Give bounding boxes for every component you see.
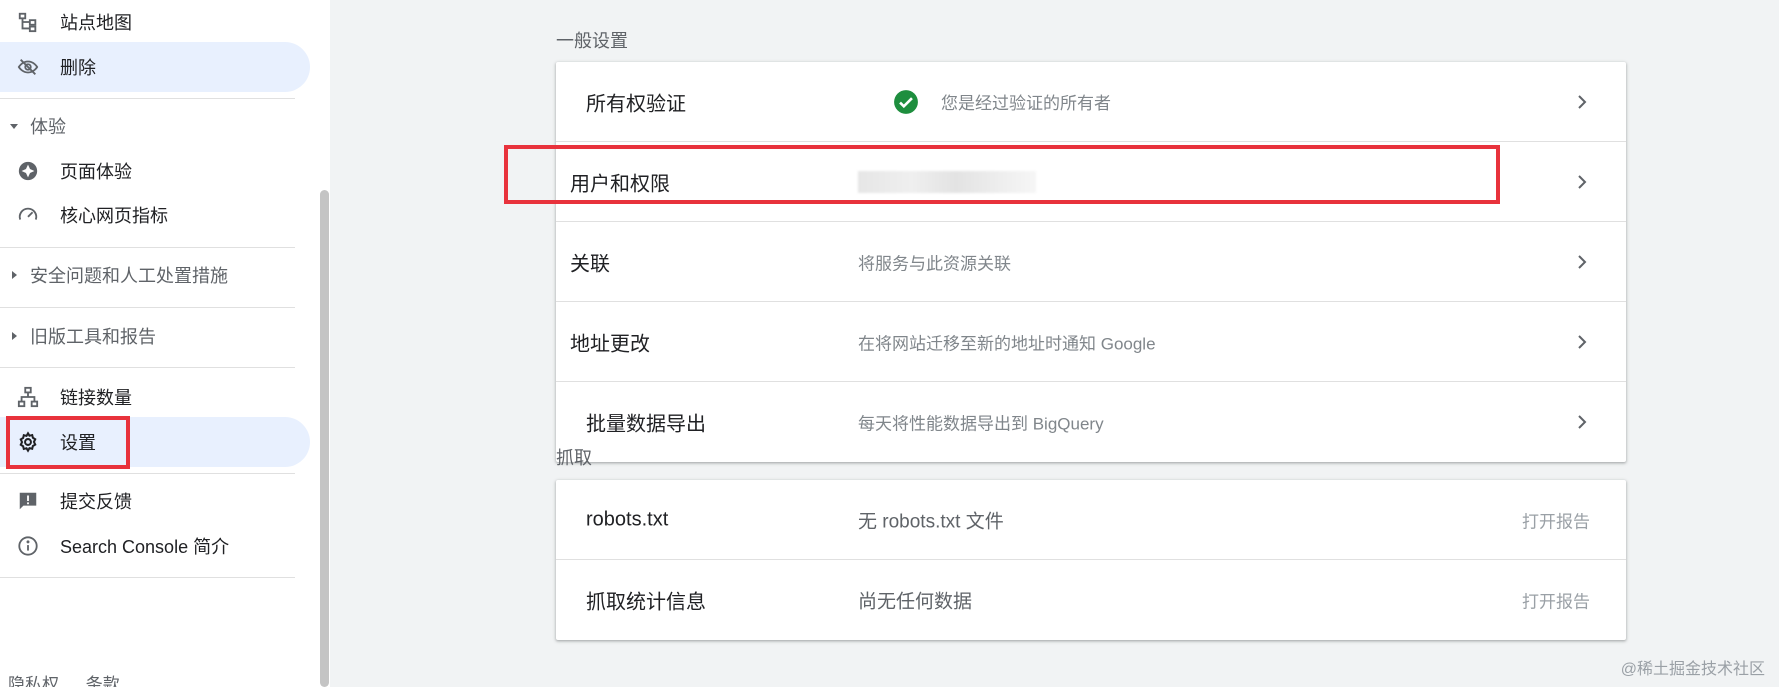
sidebar-item-label: Search Console 简介 [60, 537, 230, 557]
crawl-section-title: 抓取 [556, 448, 592, 468]
bulk-data-export-row[interactable]: 批量数据导出 每天将性能数据导出到 BigQuery [556, 382, 1626, 462]
section-label: 体验 [30, 117, 66, 137]
crawl-card: robots.txt 无 robots.txt 文件 打开报告 抓取统计信息 尚… [556, 480, 1626, 640]
sidebar-divider [0, 247, 295, 248]
sidebar-section-security[interactable]: 安全问题和人工处置措施 [0, 253, 310, 297]
general-settings-title: 一般设置 [556, 31, 628, 51]
sidebar-divider [0, 473, 295, 474]
open-report-link[interactable]: 打开报告 [1522, 588, 1590, 613]
change-of-address-row[interactable]: 地址更改 在将网站迁移至新的地址时通知 Google [556, 302, 1626, 382]
caret-down-icon [8, 120, 20, 132]
sidebar-item-label: 核心网页指标 [60, 206, 168, 226]
ownership-row[interactable]: 所有权验证 您是经过验证的所有者 [556, 62, 1626, 142]
chevron-right-icon [1578, 415, 1587, 429]
row-value: 在将网站迁移至新的地址时通知 Google [858, 334, 1156, 353]
row-label: 抓取统计信息 [586, 591, 706, 614]
sidebar-item-page-experience[interactable]: 页面体验 [0, 146, 310, 196]
row-label: 关联 [570, 253, 610, 275]
info-icon [16, 534, 40, 558]
ownership-status-text: 您是经过验证的所有者 [941, 94, 1111, 113]
sidebar-section-legacy[interactable]: 旧版工具和报告 [0, 314, 310, 358]
terms-link[interactable]: 条款 [86, 675, 120, 687]
sidebar: 站点地图 删除 体验 页面体验 核心网页指标 安全问题和人工处置措施 旧版工具和… [0, 0, 330, 687]
row-value: 您是经过验证的所有者 [893, 89, 1111, 115]
row-label: 所有权验证 [586, 93, 686, 115]
row-value: 将服务与此资源关联 [858, 254, 1011, 273]
users-permissions-row[interactable]: 用户和权限 [556, 142, 1626, 222]
sidebar-item-feedback[interactable]: 提交反馈 [0, 476, 310, 526]
settings-main: 一般设置 所有权验证 您是经过验证的所有者 用户和权限 关联 将服务与此资源关联… [330, 0, 1779, 687]
sidebar-item-removals[interactable]: 删除 [0, 42, 310, 92]
feedback-icon [16, 489, 40, 513]
sidebar-item-core-web-vitals[interactable]: 核心网页指标 [0, 190, 310, 240]
row-value: 尚无任何数据 [858, 591, 973, 613]
row-label: robots.txt [586, 508, 669, 530]
sidebar-item-links[interactable]: 链接数量 [0, 372, 310, 422]
row-label: 地址更改 [570, 333, 650, 355]
sidebar-item-about[interactable]: Search Console 简介 [0, 521, 310, 571]
row-label: 批量数据导出 [586, 413, 706, 436]
sidebar-section-experience[interactable]: 体验 [0, 104, 310, 148]
general-settings-card: 所有权验证 您是经过验证的所有者 用户和权限 关联 将服务与此资源关联 地址更改… [556, 62, 1626, 462]
open-report-link[interactable]: 打开报告 [1522, 507, 1590, 532]
section-label: 安全问题和人工处置措施 [30, 266, 228, 286]
chevron-right-icon [1578, 334, 1587, 349]
row-value: 每天将性能数据导出到 BigQuery [858, 414, 1104, 434]
app-root: 站点地图 删除 体验 页面体验 核心网页指标 安全问题和人工处置措施 旧版工具和… [0, 0, 1779, 687]
check-circle-icon [893, 89, 919, 115]
sidebar-scrollbar[interactable] [320, 190, 329, 687]
privacy-link[interactable]: 隐私权 [8, 675, 59, 687]
caret-right-icon [8, 330, 20, 342]
row-label: 用户和权限 [570, 173, 670, 195]
watermark-text: @稀土掘金技术社区 [1620, 661, 1765, 678]
section-label: 旧版工具和报告 [30, 327, 156, 347]
sidebar-footer: 隐私权 条款 [8, 670, 142, 687]
sidebar-divider [0, 577, 295, 578]
chevron-right-icon [1578, 174, 1587, 189]
links-icon [16, 385, 40, 409]
sidebar-item-label: 页面体验 [60, 162, 132, 182]
sidebar-item-label: 提交反馈 [60, 492, 132, 512]
sidebar-divider [0, 367, 295, 368]
sidebar-divider [0, 98, 295, 99]
chevron-right-icon [1578, 254, 1587, 269]
chevron-right-icon [1578, 94, 1587, 109]
redacted-value [858, 170, 1036, 193]
row-value-redacted [858, 170, 1036, 193]
robots-txt-row[interactable]: robots.txt 无 robots.txt 文件 打开报告 [556, 480, 1626, 560]
gear-icon [16, 430, 40, 454]
eye-off-icon [16, 55, 40, 79]
speedometer-icon [16, 203, 40, 227]
crawl-stats-row[interactable]: 抓取统计信息 尚无任何数据 打开报告 [556, 560, 1626, 640]
sidebar-divider [0, 307, 295, 308]
caret-right-icon [8, 269, 20, 281]
sidebar-item-sitemap[interactable]: 站点地图 [0, 0, 310, 47]
sidebar-item-label: 设置 [60, 433, 96, 453]
row-value: 无 robots.txt 文件 [858, 511, 1004, 532]
sidebar-item-label: 链接数量 [60, 388, 132, 408]
sidebar-item-settings[interactable]: 设置 [0, 417, 310, 467]
page-experience-icon [16, 159, 40, 183]
associations-row[interactable]: 关联 将服务与此资源关联 [556, 222, 1626, 302]
sidebar-item-label: 站点地图 [60, 13, 132, 33]
sitemap-icon [16, 10, 40, 34]
sidebar-item-label: 删除 [60, 58, 96, 78]
